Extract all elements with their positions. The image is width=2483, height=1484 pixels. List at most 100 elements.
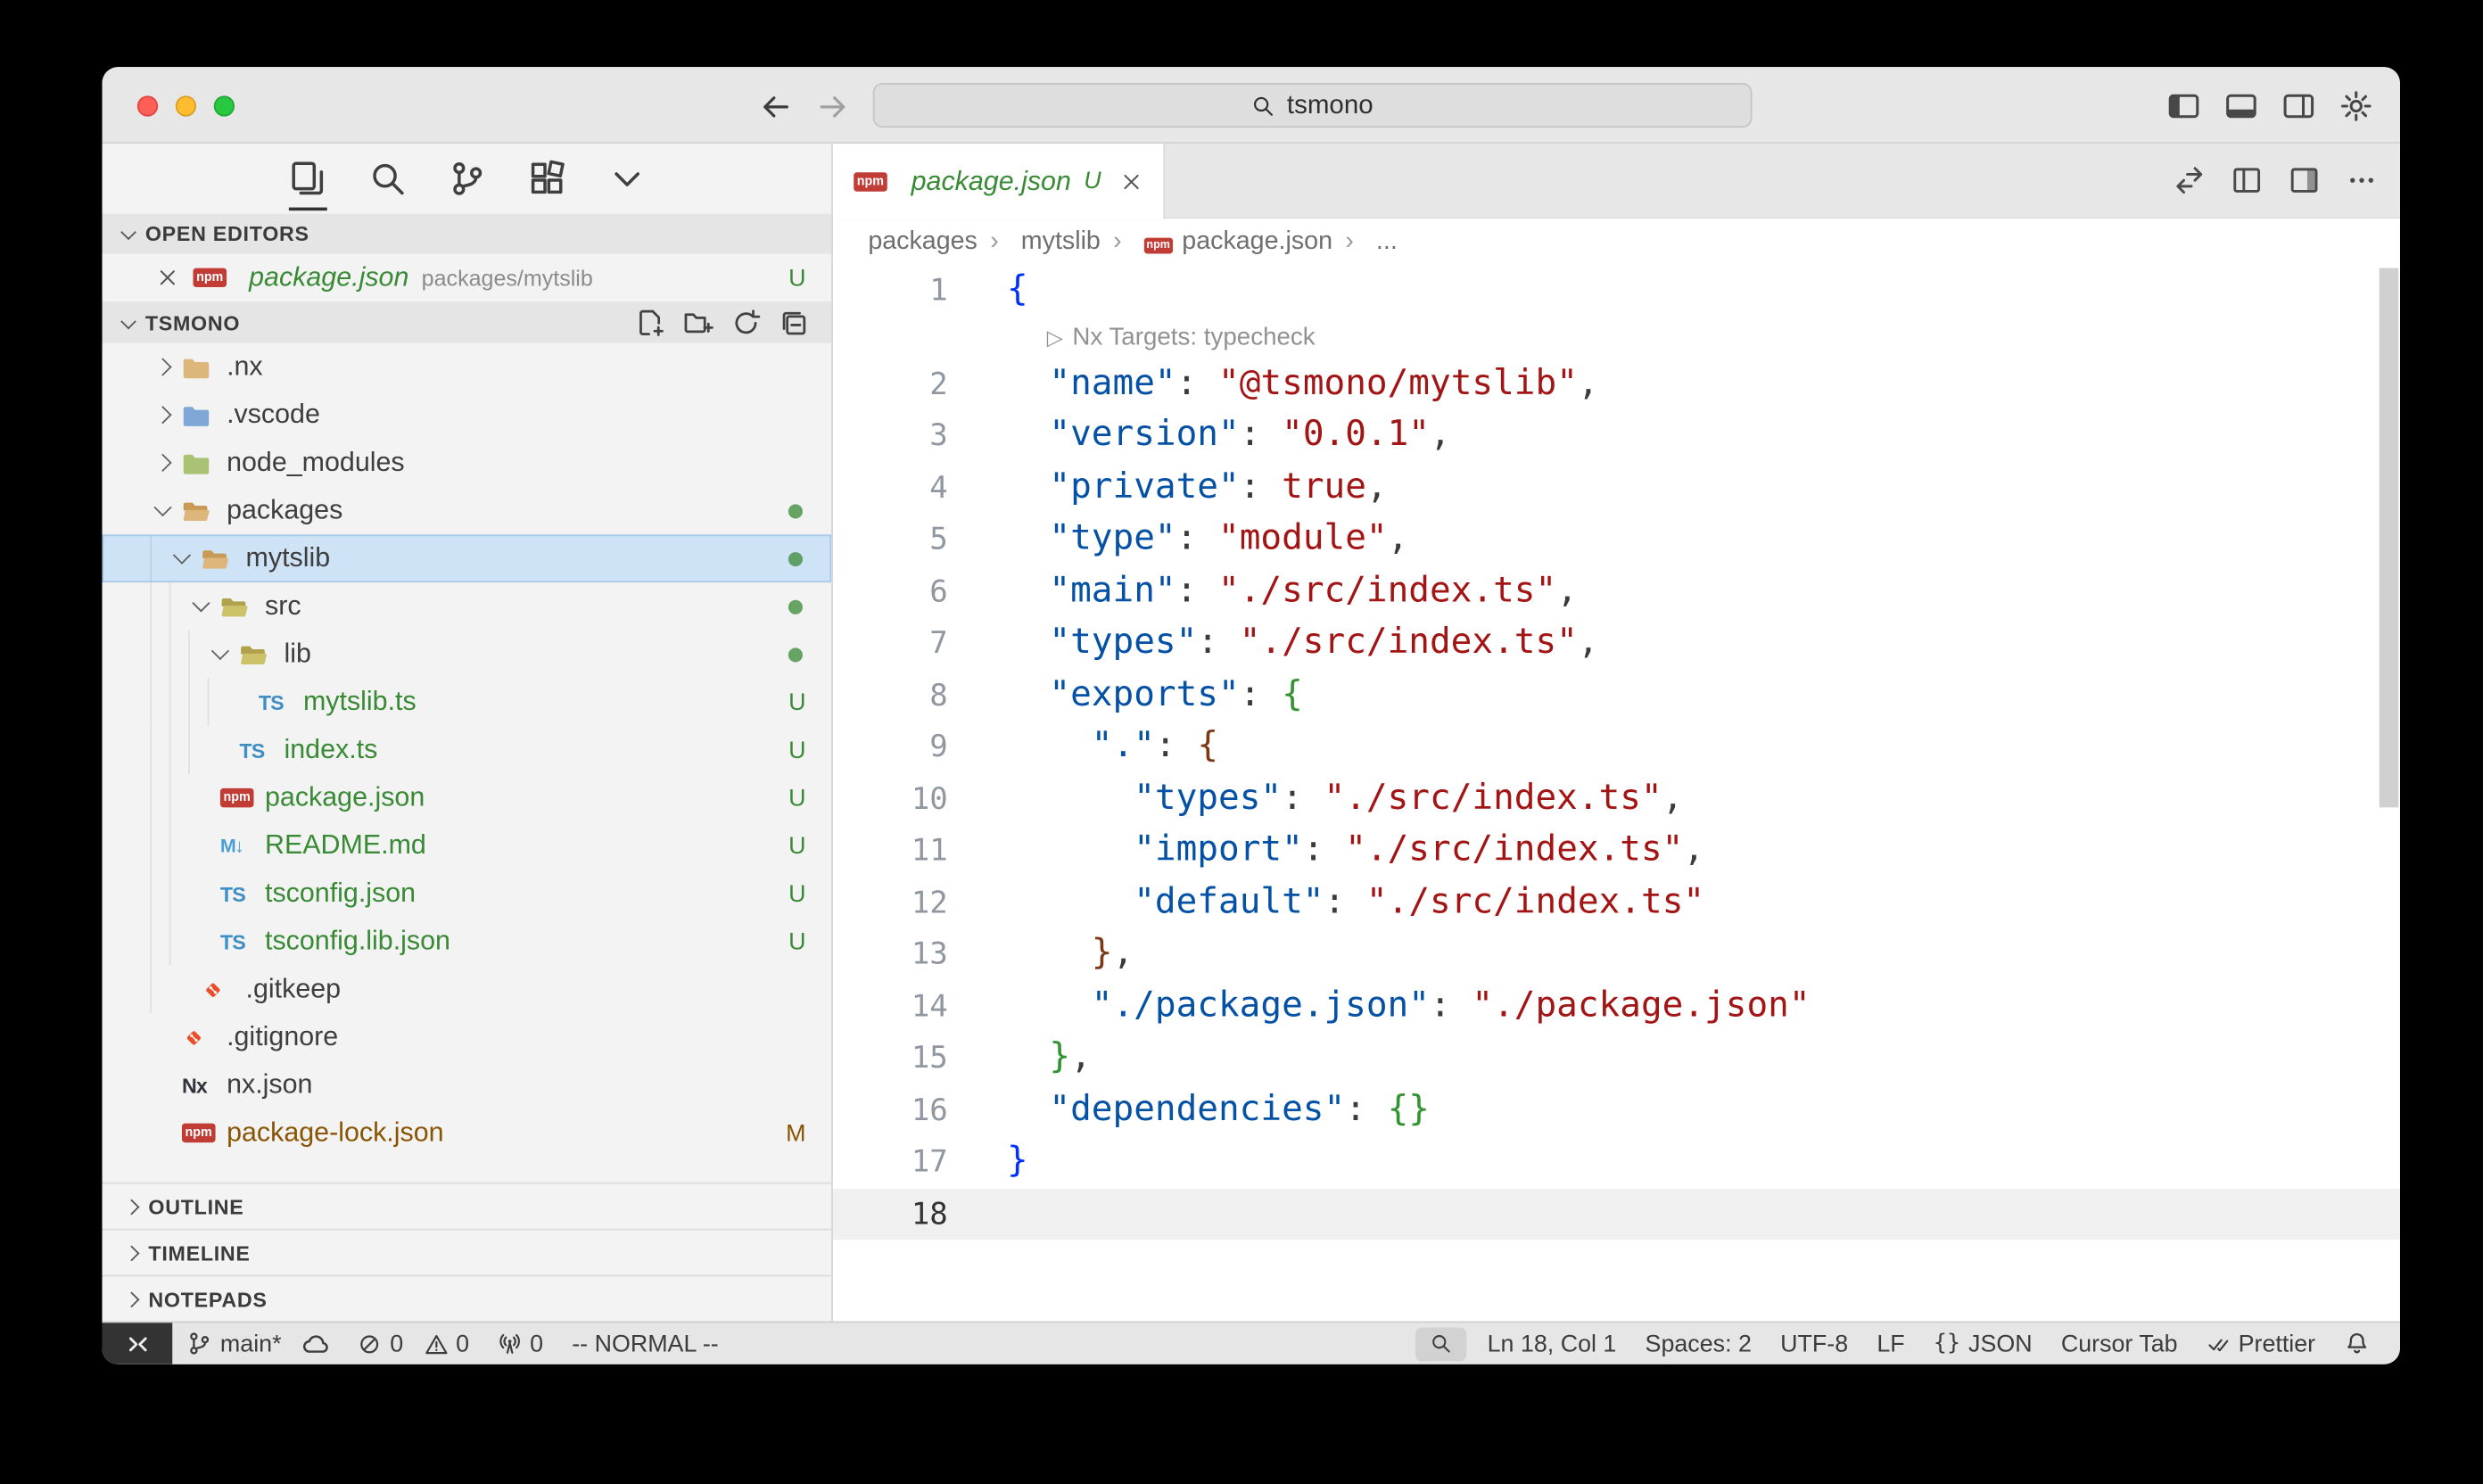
code-line-11[interactable]: 11 "import": "./src/index.ts", xyxy=(833,825,2400,877)
source-control-icon[interactable] xyxy=(448,147,486,211)
tree-item-src[interactable]: src xyxy=(103,582,832,631)
tree-item-index.ts[interactable]: TSindex.tsU xyxy=(103,726,832,774)
close-window-button[interactable] xyxy=(137,95,158,115)
code-line-17[interactable]: 17} xyxy=(833,1136,2400,1188)
editor-layout-icon[interactable] xyxy=(2289,164,2321,196)
maximize-window-button[interactable] xyxy=(214,95,235,115)
collapse-all-icon[interactable] xyxy=(779,307,809,337)
code-line-1[interactable]: 1{ xyxy=(833,265,2400,317)
code-line-18[interactable]: 18 xyxy=(833,1188,2400,1240)
code-line-3[interactable]: 3 "version": "0.0.1", xyxy=(833,410,2400,462)
remote-indicator[interactable] xyxy=(103,1323,173,1364)
tree-item-packages[interactable]: packages xyxy=(103,487,832,535)
language-mode-indicator[interactable]: {} JSON xyxy=(1919,1323,2047,1364)
indent-guide xyxy=(150,582,169,631)
code-line-7[interactable]: 7 "types": "./src/index.ts", xyxy=(833,617,2400,669)
toggle-secondary-sidebar-icon[interactable] xyxy=(2282,88,2316,122)
breadcrumb-item-packages[interactable]: packages xyxy=(868,227,978,256)
tree-item-.nx[interactable]: .nx xyxy=(103,343,832,392)
cursor-position-indicator[interactable]: Ln 18, Col 1 xyxy=(1473,1323,1631,1364)
outline-section-header[interactable]: OUTLINE xyxy=(103,1183,832,1229)
minimize-window-button[interactable] xyxy=(176,95,196,115)
problems-indicator[interactable]: 0 0 xyxy=(343,1323,483,1364)
eol-indicator[interactable]: LF xyxy=(1862,1323,1919,1364)
tree-item-.gitkeep[interactable]: .gitkeep xyxy=(103,965,832,1013)
explorer-icon[interactable] xyxy=(288,147,326,211)
code-line-16[interactable]: 16 "dependencies": {} xyxy=(833,1084,2400,1136)
chevron-right-icon xyxy=(150,439,182,487)
tree-item-nx.json[interactable]: Nxnx.json xyxy=(103,1061,832,1109)
toggle-panel-icon[interactable] xyxy=(2224,88,2258,122)
notepads-section-header[interactable]: NOTEPADS xyxy=(103,1275,832,1322)
code-line-10[interactable]: 10 "types": "./src/index.ts", xyxy=(833,773,2400,825)
folder-vscode-icon xyxy=(182,402,217,428)
git-status-badge: U xyxy=(788,737,805,763)
tree-item-tsconfig.lib.json[interactable]: TStsconfig.lib.jsonU xyxy=(103,918,832,966)
open-editors-header[interactable]: OPEN EDITORS xyxy=(103,214,832,254)
open-editor-item[interactable]: npm package.json packages/mytslib U xyxy=(103,253,832,301)
close-editor-icon[interactable] xyxy=(156,267,178,289)
toggle-primary-sidebar-icon[interactable] xyxy=(2167,88,2201,122)
line-text xyxy=(948,1188,1007,1240)
editor-group: npm package.json U xyxy=(833,144,2400,1321)
notifications-bell-icon[interactable] xyxy=(2330,1323,2384,1364)
tree-item-package.json[interactable]: npmpackage.jsonU xyxy=(103,774,832,822)
navigate-forward-button[interactable] xyxy=(813,87,852,126)
git-change-dot xyxy=(788,551,803,565)
codelens-label: Nx Targets: typecheck xyxy=(1072,317,1315,359)
refresh-icon[interactable] xyxy=(730,307,761,337)
code-line-15[interactable]: 15 }, xyxy=(833,1033,2400,1084)
timeline-section-header[interactable]: TIMELINE xyxy=(103,1229,832,1275)
explorer-section-header[interactable]: TSMONO xyxy=(103,301,832,343)
compare-changes-icon[interactable] xyxy=(2174,164,2206,196)
code-line-8[interactable]: 8 "exports": { xyxy=(833,670,2400,721)
tree-item-mytslib.ts[interactable]: TSmytslib.tsU xyxy=(103,678,832,726)
formatter-indicator[interactable]: Prettier xyxy=(2192,1323,2330,1364)
encoding-indicator[interactable]: UTF-8 xyxy=(1766,1323,1862,1364)
breadcrumb-item-symbol[interactable]: ... xyxy=(1332,227,1398,256)
tab-package-json[interactable]: npm package.json U xyxy=(833,144,1165,218)
new-file-icon[interactable] xyxy=(635,307,665,337)
settings-gear-icon[interactable] xyxy=(2339,88,2373,122)
close-tab-icon[interactable] xyxy=(1120,170,1143,193)
more-actions-icon[interactable] xyxy=(2346,164,2378,196)
tree-item-node_modules[interactable]: node_modules xyxy=(103,439,832,487)
tree-item-label: .nx xyxy=(227,351,263,383)
line-text: { xyxy=(948,265,1028,317)
search-icon[interactable] xyxy=(367,147,406,211)
code-line-12[interactable]: 12 "default": "./src/index.ts" xyxy=(833,877,2400,928)
tree-item-tsconfig.json[interactable]: TStsconfig.jsonU xyxy=(103,870,832,918)
indentation-indicator[interactable]: Spaces: 2 xyxy=(1630,1323,1766,1364)
tree-item-README.md[interactable]: M↓README.mdU xyxy=(103,821,832,870)
more-views-chevron-icon[interactable] xyxy=(607,147,646,211)
zoom-indicator[interactable] xyxy=(1415,1327,1466,1361)
code-line-5[interactable]: 5 "type": "module", xyxy=(833,514,2400,565)
new-folder-icon[interactable] xyxy=(683,307,714,337)
navigate-back-button[interactable] xyxy=(756,87,795,126)
codelens-nx-targets[interactable]: ▷Nx Targets: typecheck xyxy=(948,317,1316,359)
tree-item-.gitignore[interactable]: .gitignore xyxy=(103,1013,832,1061)
code-line-4[interactable]: 4 "private": true, xyxy=(833,462,2400,514)
tree-item-.vscode[interactable]: .vscode xyxy=(103,391,832,439)
ports-indicator[interactable]: 0 xyxy=(483,1323,557,1364)
git-branch-indicator[interactable]: main* xyxy=(172,1323,343,1364)
breadcrumb-item-mytslib[interactable]: mytslib xyxy=(978,227,1101,256)
tree-item-lib[interactable]: lib xyxy=(103,631,832,679)
command-center-search[interactable]: tsmono xyxy=(873,83,1753,128)
code-editor[interactable]: 1{▷Nx Targets: typecheck2 "name": "@tsmo… xyxy=(833,265,2400,1321)
code-line-9[interactable]: 9 ".": { xyxy=(833,721,2400,773)
cursor-tab-indicator[interactable]: Cursor Tab xyxy=(2047,1323,2192,1364)
extensions-icon[interactable] xyxy=(527,147,565,211)
code-line-13[interactable]: 13 }, xyxy=(833,928,2400,980)
tree-item-package-lock.json[interactable]: npmpackage-lock.jsonM xyxy=(103,1109,832,1157)
git-branch-icon xyxy=(186,1331,212,1356)
tree-item-mytslib[interactable]: mytslib xyxy=(103,534,832,582)
code-line-2[interactable]: 2 "name": "@tsmono/mytslib", xyxy=(833,359,2400,410)
chevron-spacer xyxy=(150,1013,182,1061)
vertical-scrollbar[interactable] xyxy=(2380,268,2398,808)
code-line-14[interactable]: 14 "./package.json": "./package.json" xyxy=(833,980,2400,1032)
chevron-right-icon xyxy=(150,343,182,392)
breadcrumb-item-package-json[interactable]: npm package.json xyxy=(1101,227,1332,256)
code-line-6[interactable]: 6 "main": "./src/index.ts", xyxy=(833,565,2400,617)
split-editor-icon[interactable] xyxy=(2231,164,2263,196)
